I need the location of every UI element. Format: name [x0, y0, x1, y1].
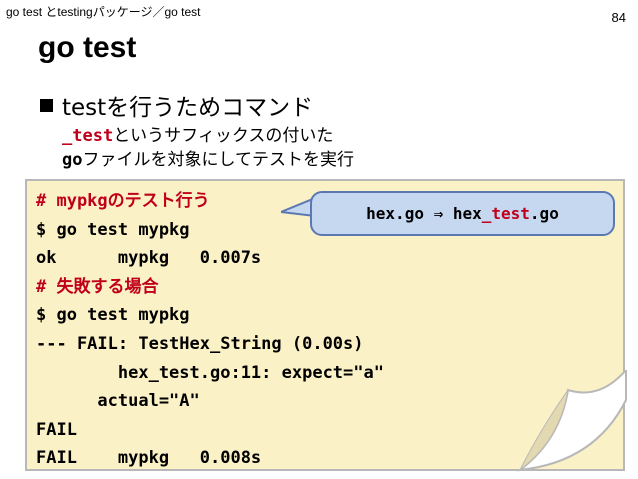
code-line: --- FAIL: TestHex_String (0.00s) [36, 333, 364, 354]
code-line: $ go test mypkg [36, 219, 190, 240]
code-comment: # 失敗する場合 [36, 276, 159, 297]
sub-line-1-text: というサフィックスの付いた [113, 126, 334, 146]
page-number: 84 [611, 10, 626, 25]
go-word: go [62, 150, 83, 170]
slide-title: go test [38, 31, 137, 64]
callout-text-c: .go [529, 204, 559, 223]
slide-header: go test とtestingパッケージ／go test [6, 5, 201, 19]
code-line: hex_test.go:11: expect="a" [36, 362, 384, 383]
callout-test-suffix: _test [481, 204, 530, 223]
code-comment: # mypkgのテスト行う [36, 191, 210, 211]
code-line: ok mypkg 0.007s [36, 248, 262, 269]
filename-callout: hex.go ⇒ hex _test .go [310, 191, 615, 236]
callout-text-a: hex.go ⇒ hex [366, 204, 482, 223]
code-line: actual="A" [36, 391, 200, 412]
code-line: $ go test mypkg [36, 305, 190, 326]
bullet-item: testを行うためコマンド [38, 88, 313, 122]
page-curl-icon [516, 370, 627, 472]
code-line: FAIL [36, 419, 77, 440]
code-line: FAIL mypkg 0.008s [36, 448, 262, 469]
test-suffix: _test [62, 126, 114, 146]
sub-line-2-text: ファイルを対象にしてテストを実行 [82, 150, 354, 170]
square-bullet-icon [40, 98, 53, 112]
sub-line-1: _testというサフィックスの付いた [62, 121, 333, 146]
sub-line-2: goファイルを対象にしてテストを実行 [62, 145, 354, 170]
bullet-text: testを行うためコマンド [62, 95, 314, 121]
